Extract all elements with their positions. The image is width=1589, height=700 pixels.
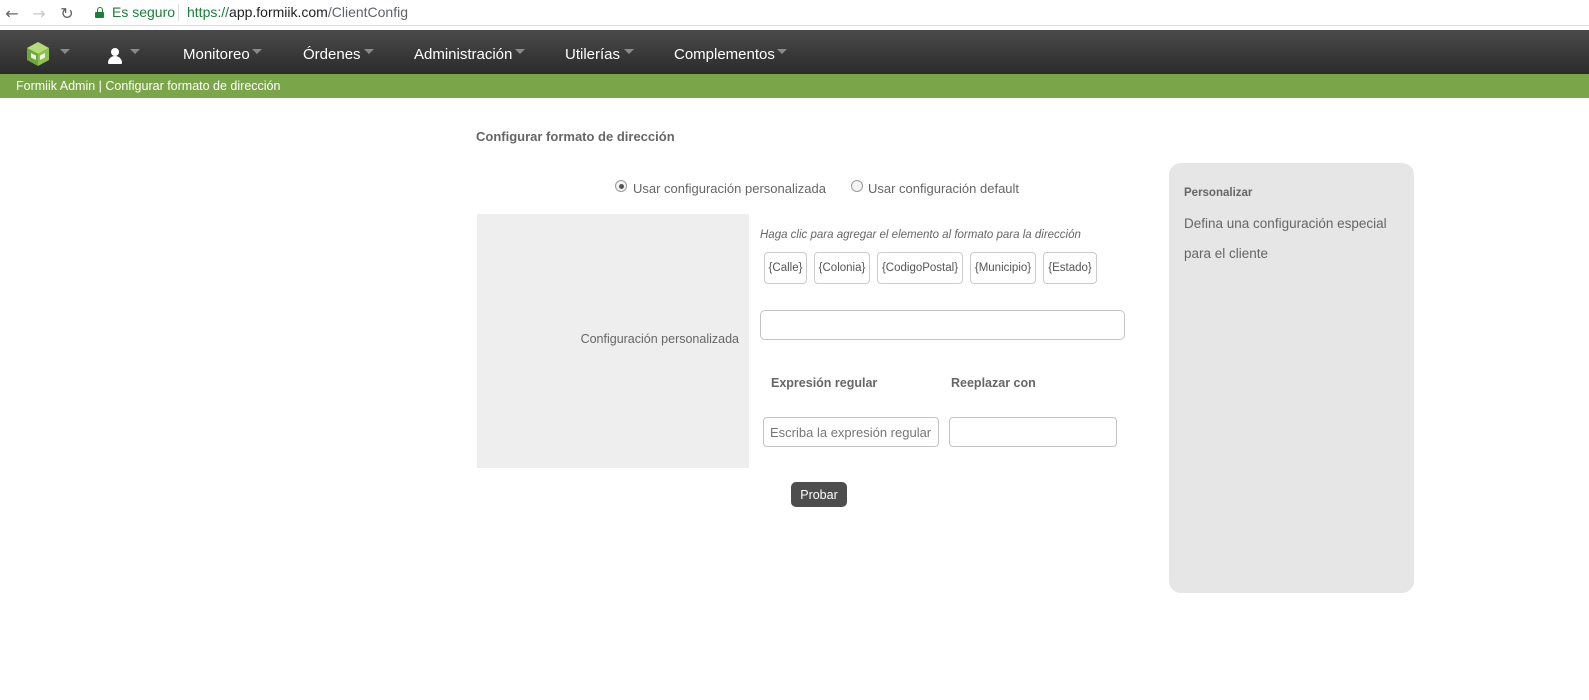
back-arrow-icon[interactable]: ← — [2, 3, 22, 23]
menu-monitoreo[interactable]: Monitoreo — [183, 46, 250, 63]
forward-arrow-icon[interactable]: → — [29, 3, 49, 23]
url-path: /ClientConfig — [327, 4, 408, 20]
breadcrumb: Formiik Admin | Configurar formato de di… — [0, 74, 1589, 98]
radio-default-config[interactable] — [851, 180, 863, 192]
regex-column-header: Expresión regular — [771, 376, 878, 390]
token-calle[interactable]: {Calle} — [764, 252, 807, 284]
replace-column-header: Reeplazar con — [951, 376, 1036, 390]
replace-input[interactable] — [949, 417, 1117, 447]
top-navigation: Monitoreo Órdenes Administración Utilerí… — [0, 30, 1589, 74]
form-label-panel: Configuración personalizada — [477, 214, 749, 468]
page-title: Configurar formato de dirección — [476, 129, 675, 144]
logo-caret-icon[interactable] — [60, 49, 70, 54]
help-panel: Personalizar Defina una configuración es… — [1169, 163, 1414, 593]
menu-ordenes[interactable]: Órdenes — [303, 46, 361, 63]
user-icon[interactable] — [107, 48, 123, 64]
user-caret-icon[interactable] — [130, 49, 140, 54]
token-codigo-postal[interactable]: {CodigoPostal} — [877, 252, 963, 284]
address-bar[interactable]: https://app.formiik.com/ClientConfig — [187, 4, 408, 20]
help-panel-text: Defina una configuración especial para e… — [1184, 216, 1387, 261]
chevron-down-icon — [777, 49, 787, 54]
url-divider — [178, 4, 179, 21]
radio-default-config-label[interactable]: Usar configuración default — [868, 181, 1019, 196]
formiik-cube-logo-icon[interactable] — [25, 41, 51, 67]
radio-custom-config-label[interactable]: Usar configuración personalizada — [633, 181, 826, 196]
test-button[interactable]: Probar — [791, 482, 847, 507]
reload-icon[interactable]: ↻ — [57, 3, 77, 23]
menu-complementos[interactable]: Complementos — [674, 46, 775, 63]
custom-config-label: Configuración personalizada — [580, 332, 739, 346]
token-colonia[interactable]: {Colonia} — [814, 252, 870, 284]
browser-toolbar: ← → ↻ Es seguro https://app.formiik.com/… — [0, 0, 1589, 26]
breadcrumb-text: Formiik Admin | Configurar formato de di… — [16, 79, 281, 93]
token-hint: Haga clic para agregar el elemento al fo… — [760, 229, 1081, 241]
url-host: app.formiik.com — [229, 4, 328, 20]
menu-utilerias[interactable]: Utilerías — [565, 46, 620, 63]
token-estado[interactable]: {Estado} — [1043, 252, 1097, 284]
address-format-input[interactable] — [760, 310, 1125, 340]
help-panel-title: Personalizar — [1184, 187, 1253, 199]
chevron-down-icon — [624, 49, 634, 54]
radio-custom-config[interactable] — [615, 180, 627, 192]
chevron-down-icon — [515, 49, 525, 54]
lock-icon — [95, 7, 104, 18]
token-municipio[interactable]: {Municipio} — [970, 252, 1036, 284]
menu-administracion[interactable]: Administración — [414, 46, 512, 63]
chevron-down-icon — [364, 49, 374, 54]
chevron-down-icon — [252, 49, 262, 54]
url-scheme: https:// — [187, 4, 230, 20]
regex-input[interactable] — [763, 417, 939, 447]
secure-label[interactable]: Es seguro — [112, 4, 175, 20]
